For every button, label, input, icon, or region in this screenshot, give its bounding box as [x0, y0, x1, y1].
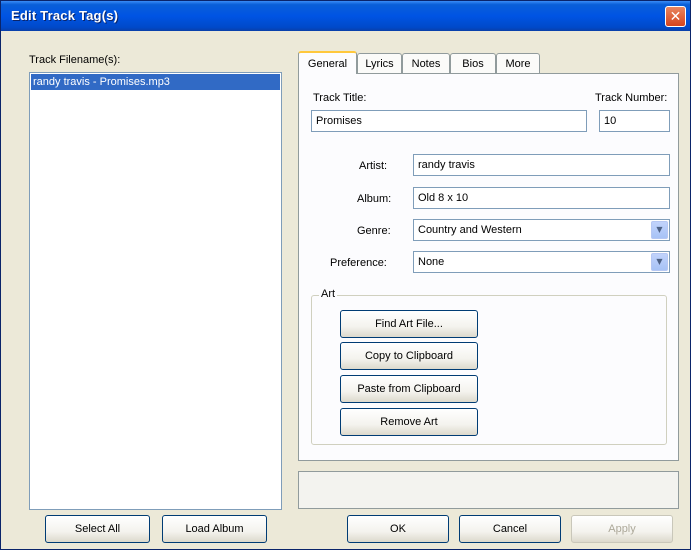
window-title: Edit Track Tag(s) [11, 8, 119, 23]
ok-button[interactable]: OK [347, 515, 449, 543]
load-album-button[interactable]: Load Album [162, 515, 267, 543]
track-number-label: Track Number: [595, 92, 668, 104]
copy-to-clipboard-button[interactable]: Copy to Clipboard [340, 342, 478, 370]
track-filenames-label: Track Filename(s): [29, 54, 121, 66]
track-filenames-list[interactable]: randy travis - Promises.mp3 [29, 72, 282, 510]
track-title-label: Track Title: [313, 92, 367, 104]
select-all-button[interactable]: Select All [45, 515, 150, 543]
track-number-field[interactable]: 10 [599, 110, 670, 132]
album-label: Album: [357, 193, 392, 205]
chevron-down-icon: ▼ [656, 257, 663, 266]
paste-from-clipboard-button[interactable]: Paste from Clipboard [340, 375, 478, 403]
tab-more[interactable]: More [496, 53, 540, 73]
list-item[interactable]: randy travis - Promises.mp3 [31, 74, 280, 90]
close-button[interactable]: ✕ [665, 6, 686, 27]
status-area [298, 471, 679, 509]
tab-notes[interactable]: Notes [402, 53, 450, 73]
chevron-down-icon: ▼ [656, 225, 663, 234]
genre-label: Genre: [357, 225, 391, 237]
apply-button[interactable]: Apply [571, 515, 673, 543]
tab-bios[interactable]: Bios [450, 53, 496, 73]
cancel-button[interactable]: Cancel [459, 515, 561, 543]
art-group-label: Art [319, 288, 338, 300]
find-art-file-button[interactable]: Find Art File... [340, 310, 478, 338]
title-bar[interactable]: Edit Track Tag(s) ✕ [1, 1, 690, 31]
preference-label: Preference: [330, 257, 387, 269]
edit-track-tags-dialog: Edit Track Tag(s) ✕ Track Filename(s): r… [0, 0, 691, 550]
artist-field[interactable]: randy travis [413, 154, 670, 176]
preference-value: None [418, 256, 445, 268]
album-field[interactable]: Old 8 x 10 [413, 187, 670, 209]
tab-lyrics[interactable]: Lyrics [357, 53, 402, 73]
track-title-field[interactable]: Promises [311, 110, 587, 132]
remove-art-button[interactable]: Remove Art [340, 408, 478, 436]
close-icon: ✕ [669, 8, 682, 25]
tab-general[interactable]: General [298, 51, 357, 74]
genre-value: Country and Western [418, 224, 522, 236]
genre-dropdown-button[interactable]: ▼ [651, 221, 668, 239]
preference-select[interactable]: None ▼ [413, 251, 670, 273]
genre-select[interactable]: Country and Western ▼ [413, 219, 670, 241]
preference-dropdown-button[interactable]: ▼ [651, 253, 668, 271]
artist-label: Artist: [359, 160, 388, 172]
